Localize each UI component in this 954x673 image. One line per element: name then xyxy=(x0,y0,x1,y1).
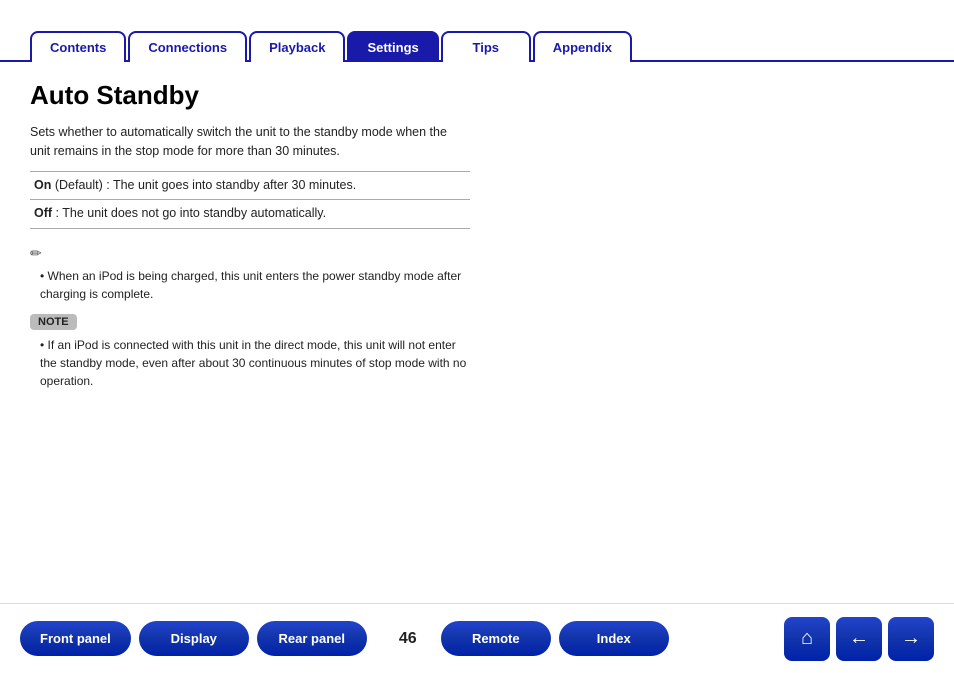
page-title: Auto Standby xyxy=(30,80,470,111)
index-button[interactable]: Index xyxy=(559,621,669,656)
display-button[interactable]: Display xyxy=(139,621,249,656)
note-text: If an iPod is connected with this unit i… xyxy=(40,336,470,390)
remote-button[interactable]: Remote xyxy=(441,621,551,656)
forward-button[interactable]: → xyxy=(888,617,934,661)
tip-section: When an iPod is being charged, this unit… xyxy=(30,267,470,303)
tab-contents[interactable]: Contents xyxy=(30,31,126,62)
tab-tips[interactable]: Tips xyxy=(441,31,531,62)
setting-off-detail: : The unit does not go into standby auto… xyxy=(56,206,327,220)
settings-table: On (Default) : The unit goes into standb… xyxy=(30,171,470,229)
tab-settings[interactable]: Settings xyxy=(347,31,438,62)
front-panel-button[interactable]: Front panel xyxy=(20,621,131,656)
page-number: 46 xyxy=(393,630,423,648)
tab-connections[interactable]: Connections xyxy=(128,31,247,62)
top-navigation: Contents Connections Playback Settings T… xyxy=(0,0,954,62)
setting-on-label: On xyxy=(34,178,51,192)
setting-on: On (Default) : The unit goes into standb… xyxy=(30,171,470,200)
page-description: Sets whether to automatically switch the… xyxy=(30,123,470,161)
note-section: If an iPod is connected with this unit i… xyxy=(30,336,470,390)
setting-off: Off : The unit does not go into standby … xyxy=(30,200,470,229)
note-badge: NOTE xyxy=(30,314,77,330)
tab-playback[interactable]: Playback xyxy=(249,31,345,62)
rear-panel-button[interactable]: Rear panel xyxy=(257,621,367,656)
back-button[interactable]: ← xyxy=(836,617,882,661)
table-row: Off : The unit does not go into standby … xyxy=(30,200,470,229)
pencil-icon: ✏ xyxy=(30,245,470,262)
tip-text: When an iPod is being charged, this unit… xyxy=(40,267,470,303)
setting-on-detail: (Default) : The unit goes into standby a… xyxy=(55,178,356,192)
bottom-right-icons: ⌂ ← → xyxy=(778,617,934,661)
bottom-navigation: Front panel Display Rear panel 46 Remote… xyxy=(0,603,954,673)
home-button[interactable]: ⌂ xyxy=(784,617,830,661)
tab-appendix[interactable]: Appendix xyxy=(533,31,632,62)
main-content: Auto Standby Sets whether to automatical… xyxy=(0,62,500,400)
setting-off-label: Off xyxy=(34,206,52,220)
table-row: On (Default) : The unit goes into standb… xyxy=(30,171,470,200)
